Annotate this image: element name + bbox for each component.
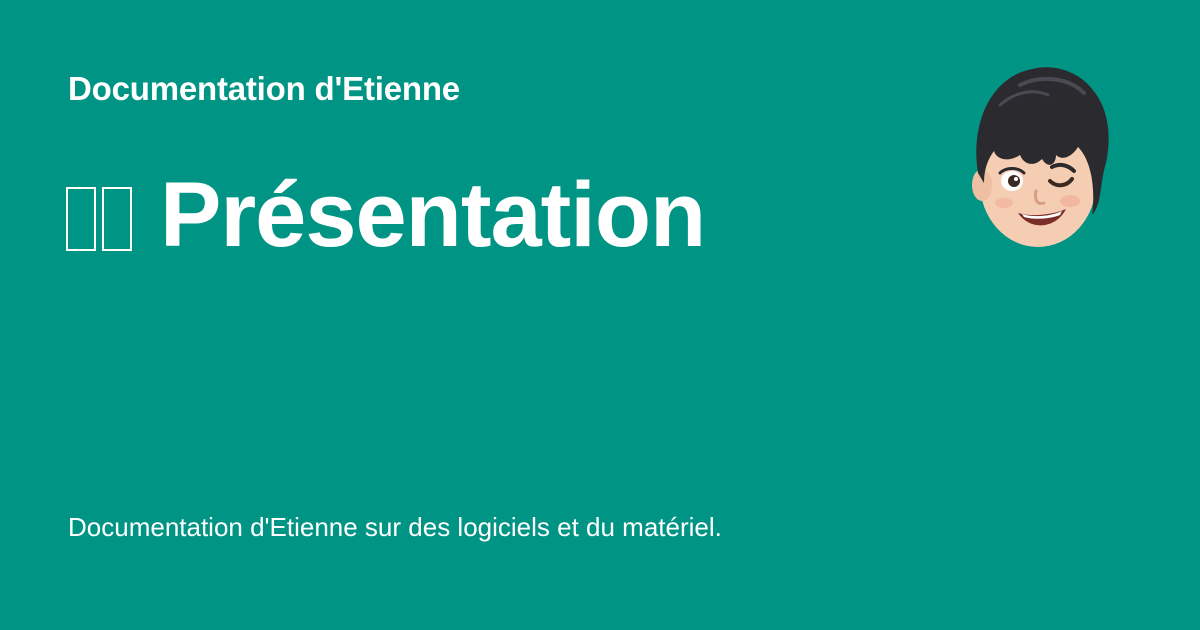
title-row: Présentation bbox=[66, 160, 706, 270]
missing-glyph-icon bbox=[66, 183, 138, 251]
avatar-icon bbox=[972, 67, 1109, 247]
page-description: Documentation d'Etienne sur des logiciel… bbox=[68, 512, 722, 542]
site-name: Documentation d'Etienne bbox=[68, 70, 460, 107]
page-title: Présentation bbox=[160, 164, 706, 266]
